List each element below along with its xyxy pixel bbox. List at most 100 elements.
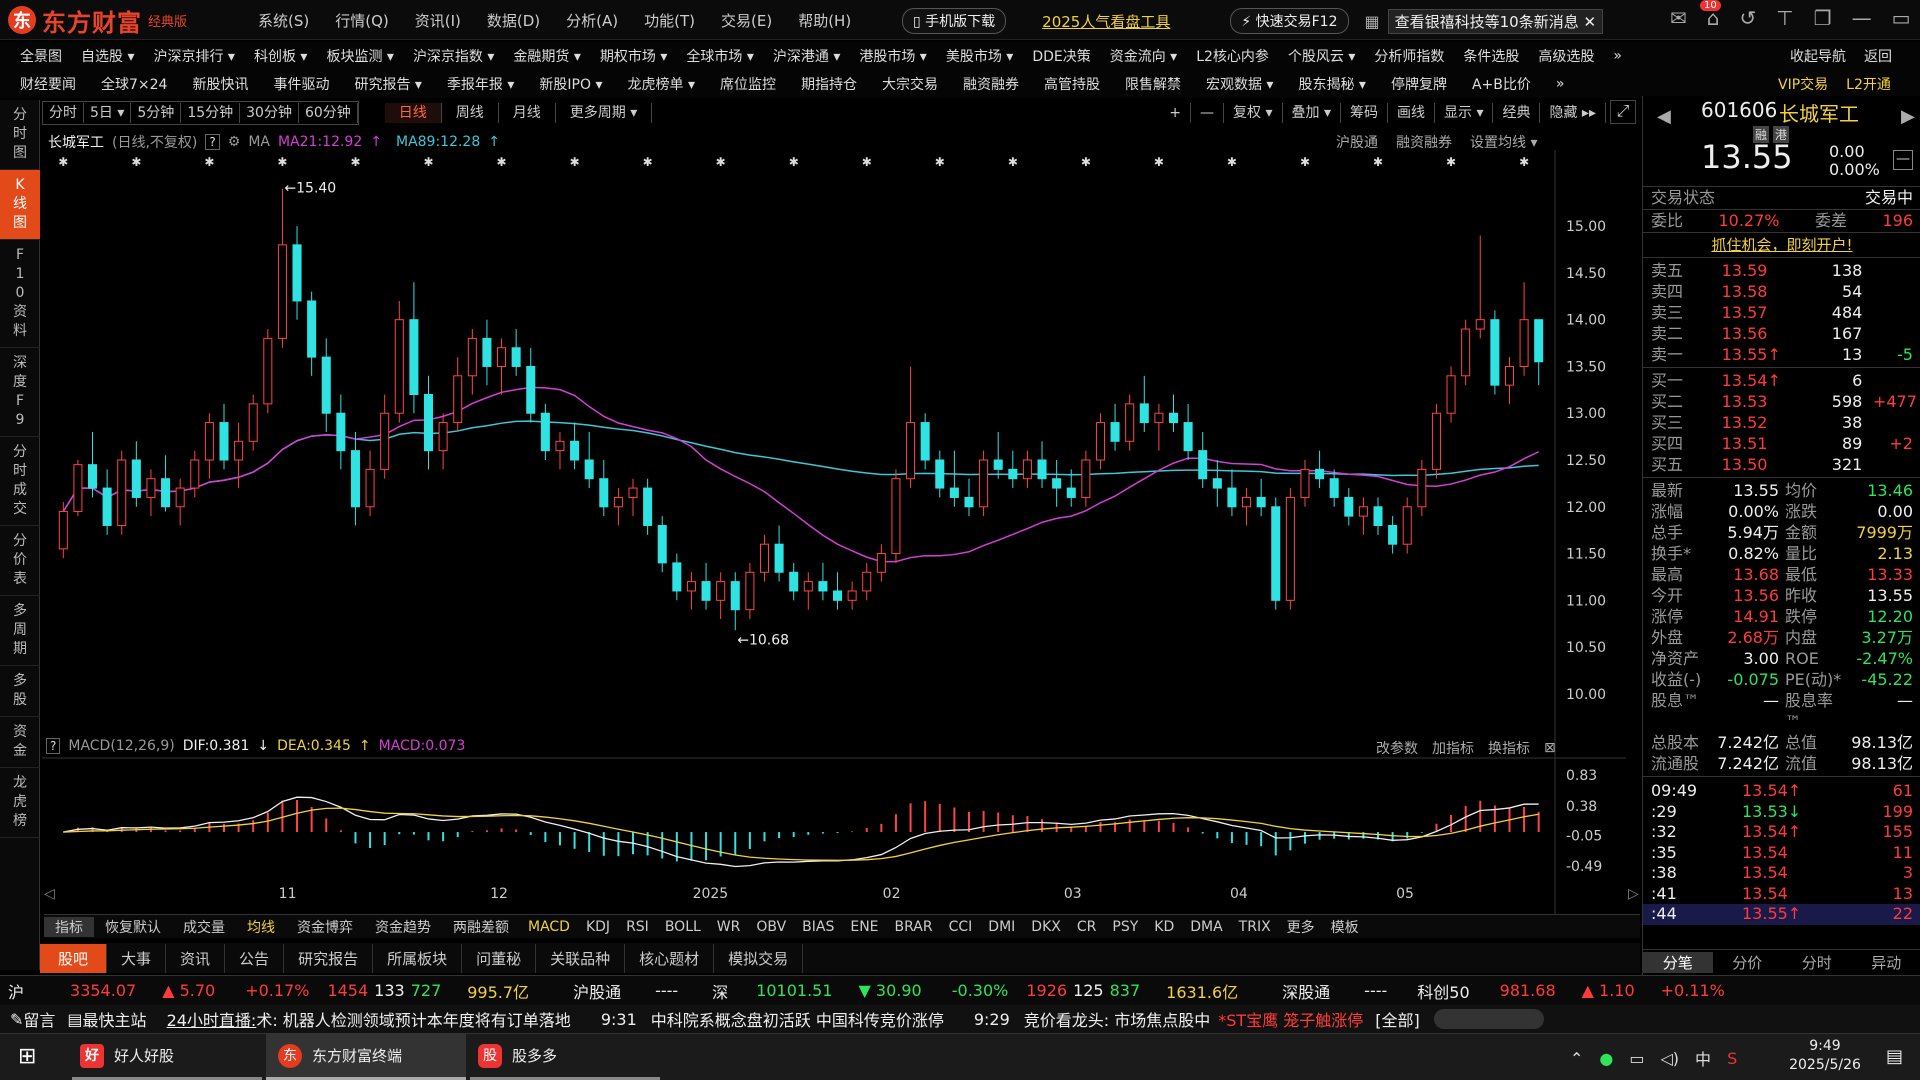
fullscreen-icon[interactable]: ⤢ [1610, 100, 1636, 124]
tray-app-icon[interactable]: ● [1599, 1049, 1613, 1068]
candle-body[interactable] [175, 487, 185, 508]
leave-message[interactable]: 留言 [23, 1007, 55, 1031]
candle-body[interactable] [131, 459, 141, 498]
nav2-item-12[interactable]: 高管持股 [1044, 74, 1100, 94]
candle-body[interactable] [716, 581, 726, 601]
candle-body[interactable] [423, 394, 434, 452]
candle-body[interactable] [949, 487, 959, 498]
indicator-23[interactable]: TRIX [1231, 919, 1279, 935]
period-2[interactable]: 5分钟 [131, 103, 182, 123]
candle-body[interactable] [1154, 412, 1164, 424]
candle-body[interactable] [1504, 365, 1514, 386]
candle-body[interactable] [190, 459, 200, 489]
nav1-item-12[interactable]: DDE决策 [1032, 46, 1090, 66]
candle-body[interactable] [613, 496, 623, 508]
candle-body[interactable] [774, 543, 784, 573]
nav2-item-18[interactable]: » [1556, 76, 1565, 92]
candle-body[interactable] [1066, 487, 1076, 498]
period2-1[interactable]: 周线 [442, 103, 499, 123]
sidebar-item-4[interactable]: 分时成交 [0, 437, 40, 526]
macd-link-1[interactable]: 加指标 [1432, 738, 1474, 758]
candle-body[interactable] [453, 375, 463, 424]
candle-body[interactable] [540, 412, 550, 452]
taskbar-app-3[interactable]: 股 股多多 [470, 1034, 660, 1080]
indicator-24[interactable]: 更多 [1279, 917, 1323, 937]
candle-body[interactable] [307, 300, 317, 358]
menu-item-0[interactable]: 系统(S) [258, 10, 309, 31]
candle-body[interactable] [482, 337, 492, 367]
info-marker-icon[interactable]: ✱ [1300, 155, 1310, 169]
candle-body[interactable] [497, 347, 507, 367]
kc50-label[interactable]: 科创50 [1417, 979, 1469, 1003]
info-marker-icon[interactable]: ✱ [1154, 155, 1164, 169]
popular-tool-link[interactable]: 2025人气看盘工具 [1042, 11, 1170, 32]
candle-body[interactable] [1125, 403, 1135, 442]
info-marker-icon[interactable]: ✱ [131, 155, 141, 169]
candle-body[interactable] [438, 422, 448, 452]
info-marker-icon[interactable]: ✱ [789, 155, 799, 169]
candle-body[interactable] [234, 440, 244, 461]
quote-tab-0[interactable]: 分笔 [1643, 952, 1713, 973]
close-icon[interactable]: ✕ [1584, 13, 1597, 31]
info-marker-icon[interactable]: ✱ [716, 155, 726, 169]
candle-body[interactable] [88, 464, 98, 489]
sidebar-item-7[interactable]: 多股 [0, 666, 40, 717]
candle-body[interactable] [1037, 459, 1047, 480]
open-account-link[interactable]: 抓住机会，即刻开户! [1643, 232, 1920, 258]
nav2-item-1[interactable]: 全球7×24 [101, 74, 167, 94]
info-marker-icon[interactable]: ✱ [497, 155, 507, 169]
mail-icon[interactable]: ✉ 10 [1670, 0, 1721, 30]
quick-trade-button[interactable]: ⚡ 快速交易F12 [1230, 8, 1349, 34]
nav1-item-10[interactable]: 港股市场 ▾ [859, 46, 926, 66]
taskbar-app-1[interactable]: 好 好人好股 [72, 1034, 262, 1080]
chart-tool-6[interactable]: 显示 ▾ [1435, 103, 1494, 123]
bottom-tab-4[interactable]: 研究报告 [284, 943, 374, 973]
candle-body[interactable] [1534, 319, 1544, 363]
chart-link-2[interactable]: 设置均线 ▾ [1470, 132, 1537, 152]
tray-expand-icon[interactable]: ⌃ [1570, 1049, 1583, 1068]
candle-body[interactable] [701, 581, 711, 601]
collapse-icon[interactable]: — [1893, 150, 1913, 170]
nav1-item-16[interactable]: 分析师指数 [1374, 46, 1444, 66]
nav2-item-6[interactable]: 新股IPO ▾ [539, 74, 602, 94]
sidebar-item-3[interactable]: 深度F9 [0, 348, 40, 437]
candle-body[interactable] [204, 422, 214, 461]
sh-index[interactable]: 3354.07 [70, 981, 136, 1000]
period-4[interactable]: 30分钟 [240, 103, 299, 123]
info-marker-icon[interactable]: ✱ [350, 155, 360, 169]
maximize-icon[interactable]: ▭ [1892, 6, 1911, 30]
info-marker-icon[interactable]: ✱ [1519, 155, 1529, 169]
sells-row-3[interactable]: 卖二 13.56 167 [1643, 323, 1920, 344]
candle-body[interactable] [1198, 450, 1208, 480]
nav1-item-13[interactable]: 资金流向 ▾ [1110, 46, 1177, 66]
candle-body[interactable] [1402, 506, 1412, 545]
chart-tool-1[interactable]: — [1191, 103, 1225, 123]
candle-body[interactable] [292, 244, 302, 302]
sidebar-item-0[interactable]: 分时图 [0, 100, 40, 170]
sells-row-4[interactable]: 卖一 13.55↑ 13 -5 [1643, 344, 1920, 365]
news-item-1[interactable]: 术: 机器人检测领域预计本年度将有订单落地 [256, 1007, 570, 1031]
chart-tool-8[interactable]: 隐藏 ▸▸ [1540, 103, 1606, 123]
info-marker-icon[interactable]: ✱ [1373, 155, 1383, 169]
nav2-item-11[interactable]: 融资融券 [963, 74, 1019, 94]
menu-item-3[interactable]: 数据(D) [487, 10, 540, 31]
nav2-item-2[interactable]: 新股快讯 [192, 74, 248, 94]
network-icon[interactable]: ▭ [1629, 1049, 1644, 1068]
candle-body[interactable] [1519, 319, 1529, 367]
chart-tool-3[interactable]: 叠加 ▾ [1283, 103, 1341, 123]
nav1-item-5[interactable]: 沪深京指数 ▾ [413, 46, 494, 66]
nav2-item-4[interactable]: 研究报告 ▾ [354, 74, 421, 94]
prev-stock-icon[interactable]: ◀ [1657, 106, 1671, 127]
kline-chart[interactable]: 15.00 14.50 14.00 13.50 13.00 12.50 12.00 11.50… [42, 150, 1640, 926]
candle-body[interactable] [745, 571, 755, 611]
taskbar-app-2[interactable]: 东 东方财富终端 [266, 1034, 466, 1080]
bottom-tab-8[interactable]: 核心题材 [625, 943, 715, 973]
news-item-3[interactable]: 竞价看龙头: 市场焦点股中 [1024, 1007, 1210, 1031]
candle-body[interactable] [818, 581, 828, 592]
sogou-icon[interactable]: S [1727, 1049, 1737, 1068]
indicator-21[interactable]: KD [1146, 919, 1182, 935]
chart-tool-4[interactable]: 筹码 [1341, 103, 1388, 123]
chart-tool-7[interactable]: 经典 [1493, 103, 1541, 123]
indicator-5[interactable]: 资金趋势 [364, 917, 442, 937]
search-box[interactable] [1433, 1009, 1544, 1029]
